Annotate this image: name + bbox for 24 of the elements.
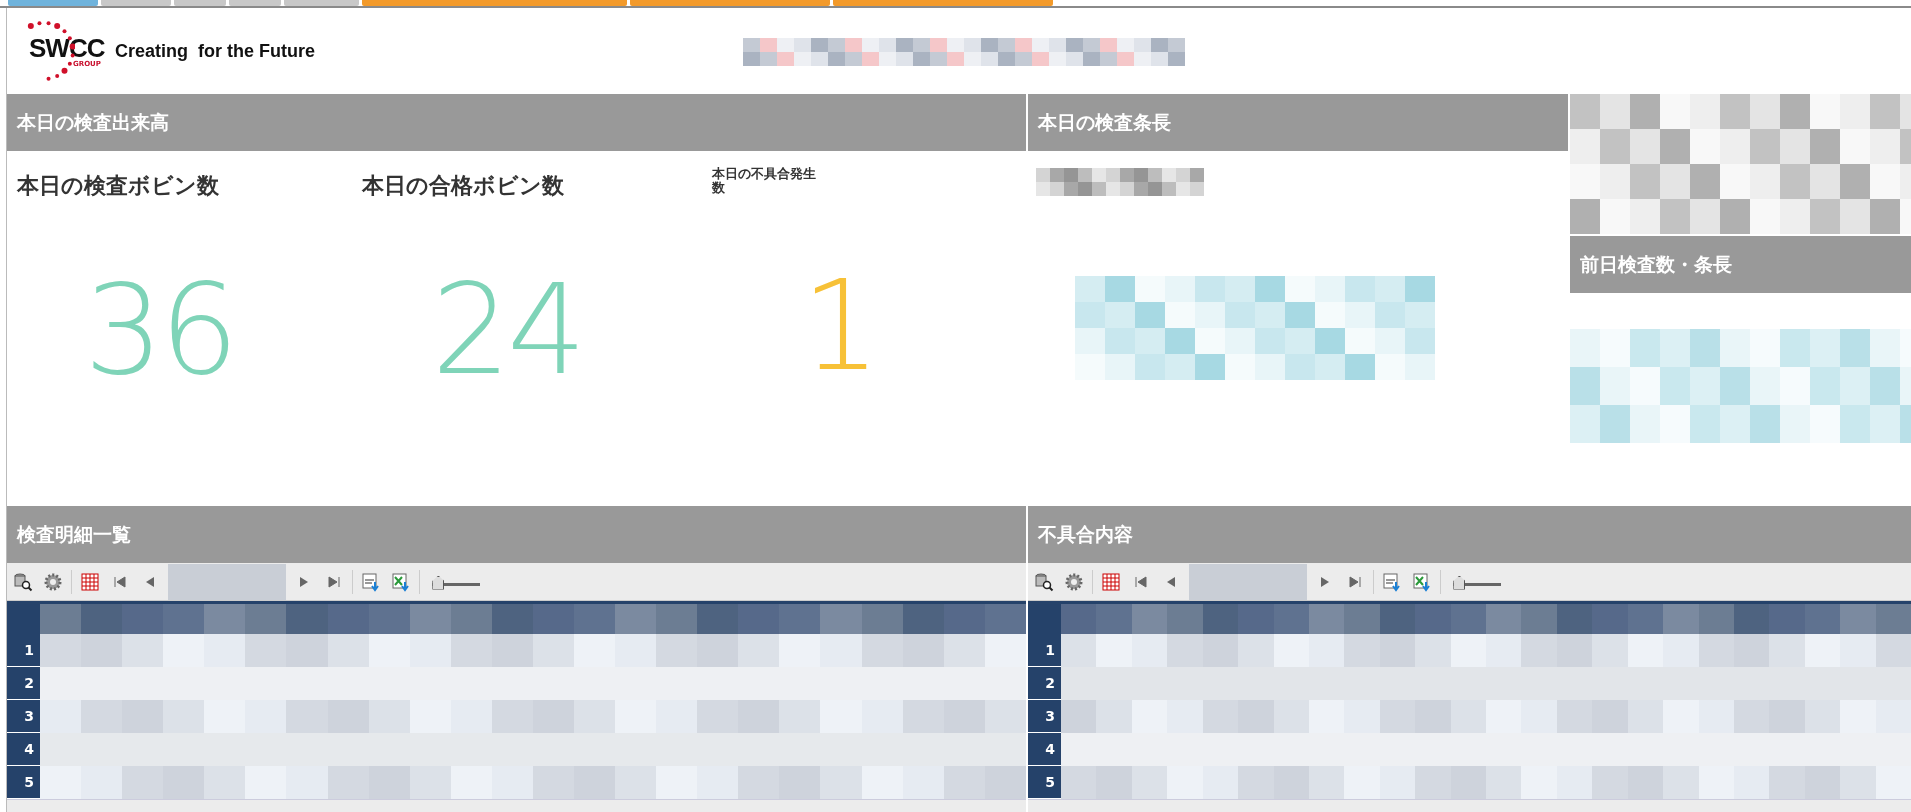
zoom-slider[interactable] (1453, 573, 1501, 590)
row-number: 3 (1028, 700, 1061, 733)
zoom-slider[interactable] (432, 573, 480, 590)
panel-title: 本日の検査出来高 (17, 109, 169, 135)
tagline: Creating for the Future (115, 40, 315, 62)
panel-title: 本日の検査条長 (1038, 109, 1171, 135)
page-field[interactable] (1189, 563, 1307, 600)
row-number: 3 (7, 700, 40, 733)
metric-label: 本日の合格ボビン数 (362, 172, 565, 200)
metric-label: 本日の不具合発生数 (712, 167, 817, 197)
metric-value: 36 (83, 257, 236, 402)
panel-title: 不具合内容 (1038, 521, 1133, 547)
row-number: 2 (7, 667, 40, 700)
page-field[interactable] (168, 563, 286, 600)
row-number: 2 (1028, 667, 1061, 700)
metric-label: 本日の検査ボビン数 (17, 172, 220, 200)
panel-title: 前日検査数・条長 (1580, 251, 1732, 277)
row-number: 4 (1028, 733, 1061, 766)
row-number: 5 (1028, 766, 1061, 799)
panel-title: 検査明細一覧 (17, 521, 131, 547)
metric-value: 24 (431, 257, 583, 402)
row-number: 4 (7, 733, 40, 766)
metric-value: 1 (801, 253, 877, 398)
row-number: 5 (7, 766, 40, 799)
